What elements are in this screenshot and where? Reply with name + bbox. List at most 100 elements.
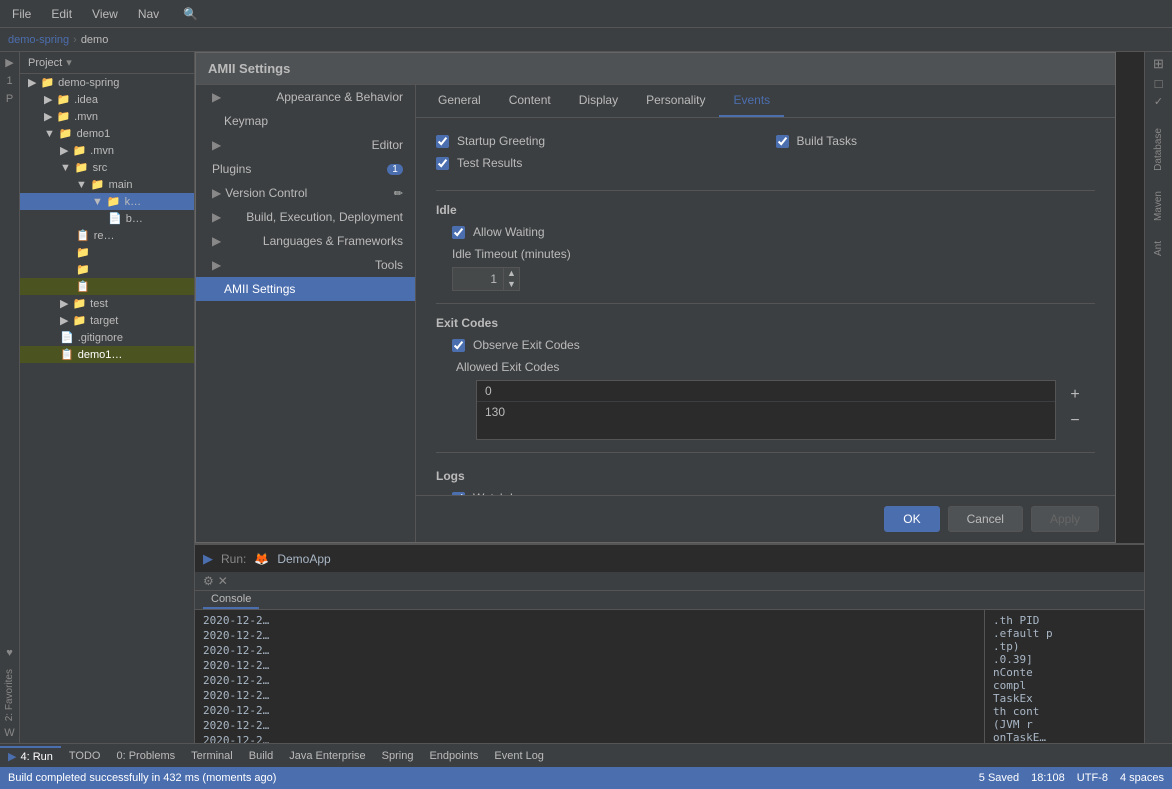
tree-item-main[interactable]: ▼ 📁 main: [20, 176, 194, 193]
nav-keymap[interactable]: Keymap: [196, 109, 415, 133]
nav-amii-settings[interactable]: AMII Settings: [196, 277, 415, 301]
database-label[interactable]: Database: [1153, 128, 1164, 171]
bottom-tab-endpoints[interactable]: Endpoints: [421, 748, 486, 764]
nav-version-control[interactable]: ▶ Version Control ✏: [196, 181, 415, 205]
tree-item-demo1[interactable]: ▼ 📁 demo1: [20, 125, 194, 142]
bottom-tab-run[interactable]: ▶ 4: Run: [0, 746, 61, 765]
tree-item-demo1-xml[interactable]: 📋 demo1…: [20, 346, 194, 363]
bottom-tab-java-enterprise[interactable]: Java Enterprise: [281, 748, 373, 764]
tab-display[interactable]: Display: [565, 85, 632, 117]
folder-icon-3: 📁: [59, 127, 73, 140]
tree-item-mvn[interactable]: ▶ 📁 .mvn: [20, 108, 194, 125]
console-tab[interactable]: Console: [203, 591, 259, 609]
tree-item-idea[interactable]: ▶ 📁 .idea: [20, 91, 194, 108]
bottom-tab-build[interactable]: Build: [241, 748, 281, 764]
bottom-tabs-bar: ▶ 4: Run TODO 0: Problems Terminal Build…: [0, 743, 1172, 767]
bottom-tab-event-log[interactable]: Event Log: [486, 748, 552, 764]
events-content: Startup Greeting Test Results: [416, 118, 1115, 495]
right-strip-btn-3[interactable]: ✓: [1154, 95, 1163, 108]
remove-exit-code-btn[interactable]: −: [1064, 410, 1086, 432]
right-strip-btn-1[interactable]: ⊞: [1153, 56, 1164, 72]
idle-timeout-label: Idle Timeout (minutes): [452, 247, 571, 261]
tree-arrow-3: ▼: [44, 128, 55, 140]
todo-tab-label: TODO: [69, 750, 101, 762]
nav-editor[interactable]: ▶ Editor: [196, 133, 415, 157]
ok-button[interactable]: OK: [884, 506, 939, 532]
build-tasks-checkbox[interactable]: [776, 135, 789, 148]
observe-exit-codes-checkbox[interactable]: [452, 339, 465, 352]
left-strip-btn-2[interactable]: 1: [6, 75, 12, 87]
menu-view[interactable]: View: [88, 5, 122, 23]
tree-item-highlighted[interactable]: 📋: [20, 278, 194, 295]
tree-label-4: .mvn: [90, 145, 114, 157]
problems-tab-label: 0: Problems: [116, 750, 175, 762]
tree-item-demo-spring[interactable]: ▶ 📁 demo-spring: [20, 74, 194, 91]
spinbox-up[interactable]: ▲: [504, 268, 519, 279]
spinbox-down[interactable]: ▼: [504, 279, 519, 290]
tree-item-demo1-mvn[interactable]: ▶ 📁 .mvn: [20, 142, 194, 159]
xml-icon-16: 📋: [60, 348, 74, 361]
bottom-tab-todo[interactable]: TODO: [61, 748, 109, 764]
apply-button[interactable]: Apply: [1031, 506, 1099, 532]
menu-nav[interactable]: Nav: [134, 5, 163, 23]
tree-item-test[interactable]: ▶ 📁 test: [20, 295, 194, 312]
tree-item-target[interactable]: ▶ 📁 target: [20, 312, 194, 329]
project-dropdown-icon[interactable]: ▾: [66, 56, 72, 69]
bottom-tab-problems[interactable]: 0: Problems: [108, 748, 183, 764]
tree-item-folder1[interactable]: 📁: [20, 244, 194, 261]
tab-events[interactable]: Events: [719, 85, 784, 117]
tree-item-folder2[interactable]: 📁: [20, 261, 194, 278]
tree-item-k[interactable]: ▼ 📁 k…: [20, 193, 194, 210]
bottom-tab-spring[interactable]: Spring: [374, 748, 422, 764]
left-strip-btn-4[interactable]: ♥: [6, 647, 13, 659]
right-checkboxes: Build Tasks: [756, 134, 1096, 156]
tree-item-gitignore[interactable]: 📄 .gitignore: [20, 329, 194, 346]
maven-label[interactable]: Maven: [1153, 191, 1164, 221]
left-strip-btn-1[interactable]: ▶: [5, 56, 13, 69]
tree-label-9: re…: [94, 230, 115, 242]
tab-content[interactable]: Content: [495, 85, 565, 117]
menu-edit[interactable]: Edit: [47, 5, 76, 23]
startup-greeting-checkbox[interactable]: [436, 135, 449, 148]
gear-icon[interactable]: ⚙: [203, 574, 214, 588]
nav-label-0: Appearance & Behavior: [276, 90, 403, 104]
add-exit-code-btn[interactable]: +: [1064, 384, 1086, 406]
nav-build[interactable]: ▶ Build, Execution, Deployment: [196, 205, 415, 229]
tree-arrow-13: ▶: [60, 297, 68, 310]
idle-timeout-input[interactable]: 1: [453, 270, 503, 288]
exit-code-0[interactable]: 0: [477, 381, 1055, 402]
version-control-pencil: ✏: [394, 187, 403, 200]
log-line-3: 2020-12-2…: [203, 659, 976, 672]
left-strip-btn-5[interactable]: W: [4, 727, 14, 739]
startup-greeting-label: Startup Greeting: [457, 134, 545, 148]
nav-tools[interactable]: ▶ Tools: [196, 253, 415, 277]
tab-personality[interactable]: Personality: [632, 85, 719, 117]
spring-tab-label: Spring: [382, 750, 414, 762]
run-app-name: DemoApp: [277, 552, 330, 566]
tree-item-src[interactable]: ▼ 📁 src: [20, 159, 194, 176]
right-strip-btn-2[interactable]: □: [1155, 76, 1163, 91]
right-log-9: (JVM r: [993, 718, 1136, 731]
tree-arrow-4: ▶: [60, 144, 68, 157]
nav-plugins[interactable]: Plugins 1: [196, 157, 415, 181]
exit-code-130[interactable]: 130: [477, 402, 1055, 422]
nav-languages[interactable]: ▶ Languages & Frameworks: [196, 229, 415, 253]
tab-general[interactable]: General: [424, 85, 495, 117]
menu-file[interactable]: File: [8, 5, 35, 23]
tree-item-b[interactable]: 📄 b…: [20, 210, 194, 227]
test-results-checkbox[interactable]: [436, 157, 449, 170]
cancel-button[interactable]: Cancel: [948, 506, 1023, 532]
breadcrumb-child[interactable]: demo: [81, 34, 109, 46]
divider-3: [436, 452, 1095, 453]
project-tree: Project ▾ ▶ 📁 demo-spring ▶ 📁 .idea ▶ 📁: [20, 52, 195, 743]
ant-label[interactable]: Ant: [1153, 241, 1164, 256]
allowed-exit-codes-label: Allowed Exit Codes: [456, 360, 1095, 374]
close-icon[interactable]: ✕: [218, 574, 228, 588]
allow-waiting-checkbox[interactable]: [452, 226, 465, 239]
left-strip-btn-3[interactable]: P: [6, 93, 13, 105]
search-icon[interactable]: 🔍: [179, 5, 202, 23]
tree-item-re[interactable]: 📋 re…: [20, 227, 194, 244]
breadcrumb-root[interactable]: demo-spring: [8, 34, 69, 46]
nav-appearance[interactable]: ▶ Appearance & Behavior: [196, 85, 415, 109]
bottom-tab-terminal[interactable]: Terminal: [183, 748, 241, 764]
